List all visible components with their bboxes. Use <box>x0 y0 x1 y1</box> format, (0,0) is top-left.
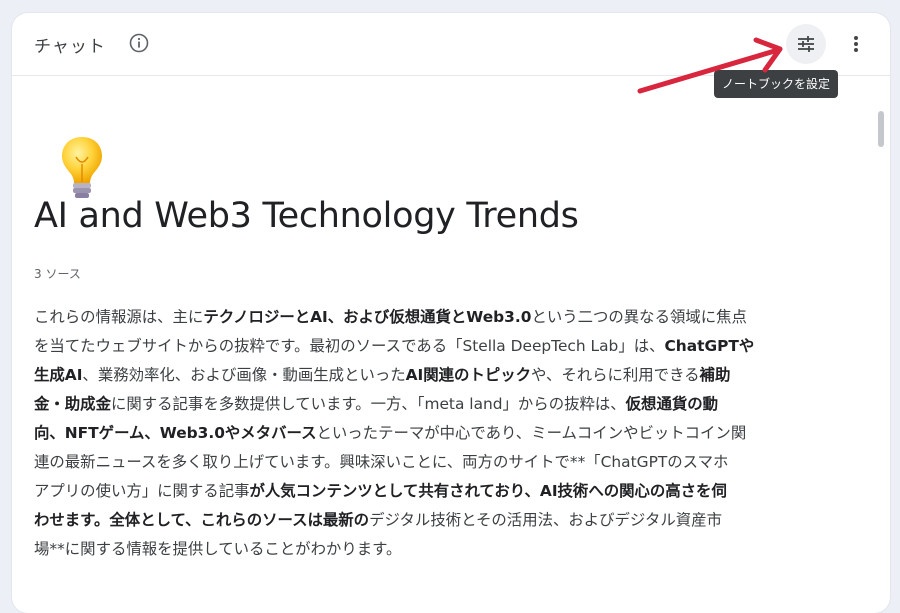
summary-bold-text: AI関連のトピック <box>405 366 532 384</box>
summary-text: を当てたウェブサイトからの抜粋です。最初のソースである「Stella DeepT… <box>34 337 665 355</box>
summary-text: という二つの異なる領域に焦点 <box>531 308 747 326</box>
summary-bold-text: わせます。全体として、これらのソースは最新の <box>34 511 370 529</box>
summary-text: といったテーマが中心であり、ミームコインやビットコイン関 <box>316 424 747 442</box>
chat-title: チャット <box>34 37 106 57</box>
summary-bold-text: が人気コンテンツとして共有されており、AI技術への関心の高さを伺 <box>249 482 727 500</box>
summary-text: に関する記事を多数提供しています。一方、「meta land」からの抜粋は、 <box>110 395 626 413</box>
summary-bold-text: テクノロジーとAI、および仮想通貨とWeb3.0 <box>203 308 532 326</box>
more-vert-icon <box>854 36 858 52</box>
source-count: 3 ソース <box>34 267 81 281</box>
summary-bold-text: 補助 <box>699 366 731 384</box>
summary-line: 場**に関する情報を提供していることがわかります。 <box>34 535 840 564</box>
more-options-button[interactable] <box>838 24 874 64</box>
scrollbar[interactable] <box>878 111 884 147</box>
summary-text: アプリの使い方」に関する記事 <box>34 482 250 500</box>
tune-icon <box>798 36 814 52</box>
summary-line: を当てたウェブサイトからの抜粋です。最初のソースである「Stella DeepT… <box>34 332 840 361</box>
chat-panel: チャット AI and Web3 Technology Trends 3 ソース… <box>12 13 890 613</box>
annotation-arrow <box>637 37 783 94</box>
summary-line: 金・助成金に関する記事を多数提供しています。一方、「meta land」からの抜… <box>34 390 840 419</box>
summary-text: 場**に関する情報を提供していることがわかります。 <box>34 540 402 558</box>
summary-line: 生成AI、業務効率化、および画像・動画生成といったAI関連のトピックや、それらに… <box>34 361 840 390</box>
summary-text: 連の最新ニュースを多く取り上げています。興味深いことに、両方のサイトで**「Ch… <box>34 453 729 471</box>
summary-bold-text: 仮想通貨の動 <box>625 395 719 413</box>
lightbulb-icon <box>58 133 106 203</box>
summary-line: 向、NFTゲーム、Web3.0やメタバースといったテーマが中心であり、ミームコイ… <box>34 419 840 448</box>
summary-line: アプリの使い方」に関する記事が人気コンテンツとして共有されており、AI技術への関… <box>34 477 840 506</box>
summary-bold-text: 向、NFTゲーム、Web3.0やメタバース <box>34 424 317 442</box>
notebook-summary: これらの情報源は、主にテクノロジーとAI、および仮想通貨とWeb3.0という二つ… <box>34 303 840 564</box>
summary-line: わせます。全体として、これらのソースは最新のデジタル技術とその活用法、およびデジ… <box>34 506 840 535</box>
summary-line: これらの情報源は、主にテクノロジーとAI、および仮想通貨とWeb3.0という二つ… <box>34 303 840 332</box>
summary-text: や、それらに利用できる <box>531 366 700 384</box>
summary-bold-text: 金・助成金 <box>34 395 111 413</box>
info-icon[interactable] <box>129 33 149 53</box>
summary-text: 、業務効率化、および画像・動画生成といった <box>82 366 406 384</box>
summary-bold-text: ChatGPTや <box>664 337 755 355</box>
summary-bold-text: 生成AI <box>34 366 83 384</box>
summary-text: これらの情報源は、主に <box>34 308 204 326</box>
summary-text: デジタル技術とその活用法、およびデジタル資産市 <box>369 511 722 529</box>
notebook-title: AI and Web3 Technology Trends <box>34 196 579 236</box>
summary-line: 連の最新ニュースを多く取り上げています。興味深いことに、両方のサイトで**「Ch… <box>34 448 840 477</box>
